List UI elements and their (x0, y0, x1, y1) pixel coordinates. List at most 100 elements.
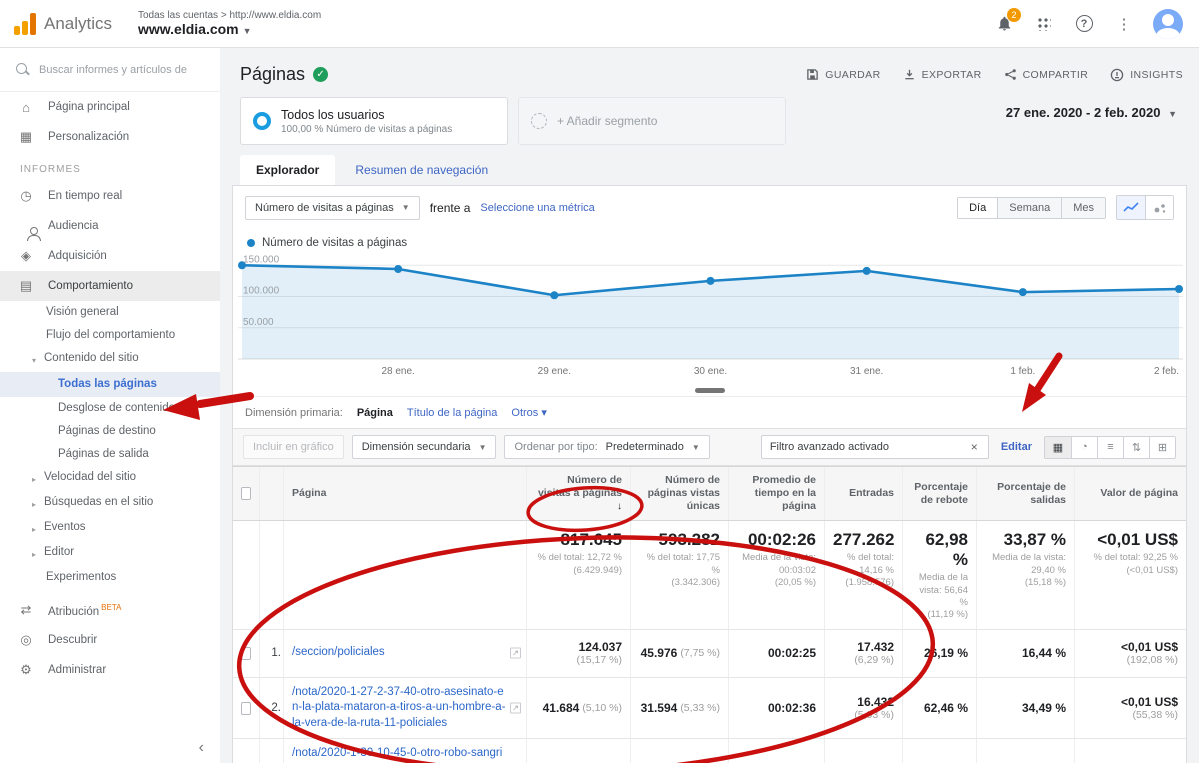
header-avg-time[interactable]: Promedio de tiempo en la página (728, 467, 824, 520)
sort-type-dropdown[interactable]: Ordenar por tipo: Predeterminado ▼ (504, 435, 709, 459)
sidebar-item-label: AtribuciónBETA (48, 603, 121, 618)
sidebar-item-publisher[interactable]: ▸ Editor (0, 541, 220, 566)
percentage-view-button[interactable]: ◔ (1071, 437, 1097, 458)
sidebar-item-audience[interactable]: Audiencia (0, 211, 220, 241)
comparison-view-button[interactable]: ⇅ (1123, 437, 1149, 458)
dimension-other[interactable]: Otros ▾ (511, 406, 546, 419)
table-header-row: Página Número de visitas a páginas↓ Núme… (233, 467, 1186, 521)
dimension-page-title[interactable]: Título de la página (407, 407, 498, 419)
sidebar-item-label: Eventos (44, 520, 86, 537)
entrances-pct: (5,93 %) (854, 709, 894, 721)
sidebar-collapse-button[interactable]: ‹ (199, 739, 204, 757)
help-button[interactable]: ? (1073, 13, 1095, 35)
table-view-button[interactable]: ▦ (1045, 437, 1071, 458)
sidebar-item-content-drilldown[interactable]: Desglose de contenido (0, 397, 220, 420)
pageviews-chart[interactable]: 50.000100.000150.00028 ene.29 ene.30 ene… (233, 253, 1186, 386)
more-menu-button[interactable]: ⋮ (1113, 13, 1135, 35)
export-button[interactable]: EXPORTAR (903, 68, 982, 81)
property-name: www.eldia.com (138, 21, 239, 37)
sidebar-item-acquisition[interactable]: ◈ Adquisición (0, 241, 220, 271)
pivot-view-button[interactable]: ⊞ (1149, 437, 1175, 458)
granularity-day-button[interactable]: Día (958, 198, 997, 218)
account-picker[interactable]: Todas las cuentas > http://www.eldia.com… (138, 10, 321, 37)
sort-type-value: Predeterminado (606, 441, 684, 453)
add-segment-button[interactable]: + Añadir segmento (518, 97, 786, 145)
granularity-week-button[interactable]: Semana (997, 198, 1061, 218)
page-link[interactable]: /nota/2020-1-27-2-37-40-otro-asesinato-e… (292, 685, 506, 732)
performance-view-button[interactable]: ≡ (1097, 437, 1123, 458)
date-range-picker[interactable]: 27 ene. 2020 - 2 feb. 2020 ▼ (1006, 97, 1183, 120)
breadcrumb: Todas las cuentas > http://www.eldia.com (138, 10, 321, 21)
page-link[interactable]: /seccion/policiales (292, 645, 385, 661)
chevron-down-icon: ▼ (692, 443, 700, 452)
apps-button[interactable] (1033, 13, 1055, 35)
sidebar-item-experiments[interactable]: Experimentos (0, 566, 220, 589)
sidebar-search[interactable] (0, 48, 220, 92)
total-page-value: <0,01 US$ (1083, 530, 1178, 550)
unique-pageviews-pct: (5,33 %) (680, 702, 720, 714)
header-bounce[interactable]: Porcentaje de rebote (902, 467, 976, 520)
unique-pageviews-pct: (7,75 %) (680, 647, 720, 659)
sidebar-item-home[interactable]: ⌂ Página principal (0, 92, 220, 122)
analytics-logo[interactable]: Analytics (0, 13, 138, 35)
sidebar-item-label: Visión general (46, 305, 119, 320)
notifications-button[interactable]: 2 (993, 13, 1015, 35)
chevron-right-icon: ▸ (32, 470, 44, 487)
dimension-page[interactable]: Página (357, 407, 393, 419)
select-metric-link[interactable]: Seleccione una métrica (480, 202, 594, 214)
header-page-value[interactable]: Valor de página (1074, 467, 1186, 520)
select-all-checkbox[interactable] (241, 487, 251, 500)
header-entrances[interactable]: Entradas (824, 467, 902, 520)
legend-dot-icon (247, 239, 255, 247)
header-unique-pageviews[interactable]: Número de páginas vistas únicas (630, 467, 728, 520)
insights-button[interactable]: INSIGHTS (1110, 68, 1183, 82)
header-pageviews[interactable]: Número de visitas a páginas↓ (526, 467, 630, 520)
advanced-filter-chip[interactable]: Filtro avanzado activado × (761, 435, 989, 459)
segment-all-users[interactable]: Todos los usuarios 100,00 % Número de vi… (240, 97, 508, 145)
line-chart-button[interactable] (1117, 196, 1145, 219)
sidebar-item-behavior-flow[interactable]: Flujo del comportamiento (0, 324, 220, 347)
sidebar-item-site-speed[interactable]: ▸ Velocidad del sitio (0, 466, 220, 491)
search-input[interactable] (39, 64, 199, 76)
row-checkbox[interactable] (241, 647, 251, 660)
sidebar-item-behavior[interactable]: ▤ Comportamiento (0, 271, 220, 301)
sidebar-item-attribution[interactable]: ⇄ AtribuciónBETA (0, 595, 220, 625)
sidebar-item-all-pages[interactable]: Todas las páginas (0, 372, 220, 397)
header-exit[interactable]: Porcentaje de salidas (976, 467, 1074, 520)
sidebar-item-admin[interactable]: ⚙ Administrar (0, 655, 220, 685)
granularity-month-button[interactable]: Mes (1061, 198, 1105, 218)
sidebar-item-customization[interactable]: ▦ Personalización (0, 122, 220, 152)
tab-explorer[interactable]: Explorador (240, 155, 335, 185)
line-chart[interactable]: 50.000100.000150.00028 ene.29 ene.30 ene… (238, 253, 1183, 381)
page-link[interactable]: /nota/2020-1-30-10-45-0-otro-robo-sangri… (292, 746, 506, 763)
table-controls: Incluir en gráfico Dimensión secundaria … (233, 428, 1186, 466)
header-page[interactable]: Página (283, 467, 526, 520)
row-index: 2. (259, 678, 283, 739)
sidebar-item-site-content[interactable]: ▾ Contenido del sitio (0, 347, 220, 372)
share-button[interactable]: COMPARTIR (1004, 68, 1089, 81)
clock-icon: ◷ (18, 188, 34, 204)
row-checkbox[interactable] (241, 702, 251, 715)
sidebar-item-site-search[interactable]: ▸ Búsquedas en el sitio (0, 491, 220, 516)
sidebar-item-exit-pages[interactable]: Páginas de salida (0, 443, 220, 466)
reports-section-label: INFORMES (0, 152, 220, 181)
avatar[interactable] (1153, 9, 1183, 39)
sidebar-item-discover[interactable]: ◎ Descubrir (0, 625, 220, 655)
sidebar-item-behavior-overview[interactable]: Visión general (0, 301, 220, 324)
external-link-icon[interactable]: ↗ (510, 648, 521, 659)
plot-rows-button[interactable]: Incluir en gráfico (243, 435, 344, 459)
close-icon[interactable]: × (969, 440, 980, 454)
external-link-icon[interactable]: ↗ (510, 703, 521, 714)
motion-chart-button[interactable] (1145, 196, 1173, 219)
tab-navigation-summary[interactable]: Resumen de navegación (339, 155, 504, 185)
save-button[interactable]: GUARDAR (806, 68, 880, 81)
chevron-down-icon: ▼ (1168, 109, 1177, 119)
sidebar-item-realtime[interactable]: ◷ En tiempo real (0, 181, 220, 211)
scrubber-handle[interactable] (695, 388, 725, 393)
sidebar-item-landing-pages[interactable]: Páginas de destino (0, 420, 220, 443)
metric-selector-dropdown[interactable]: Número de visitas a páginas ▼ (245, 196, 420, 220)
sidebar-item-events[interactable]: ▸ Eventos (0, 516, 220, 541)
svg-text:100.000: 100.000 (243, 286, 280, 297)
secondary-dimension-dropdown[interactable]: Dimensión secundaria ▼ (352, 435, 497, 459)
edit-filter-link[interactable]: Editar (1001, 441, 1032, 453)
